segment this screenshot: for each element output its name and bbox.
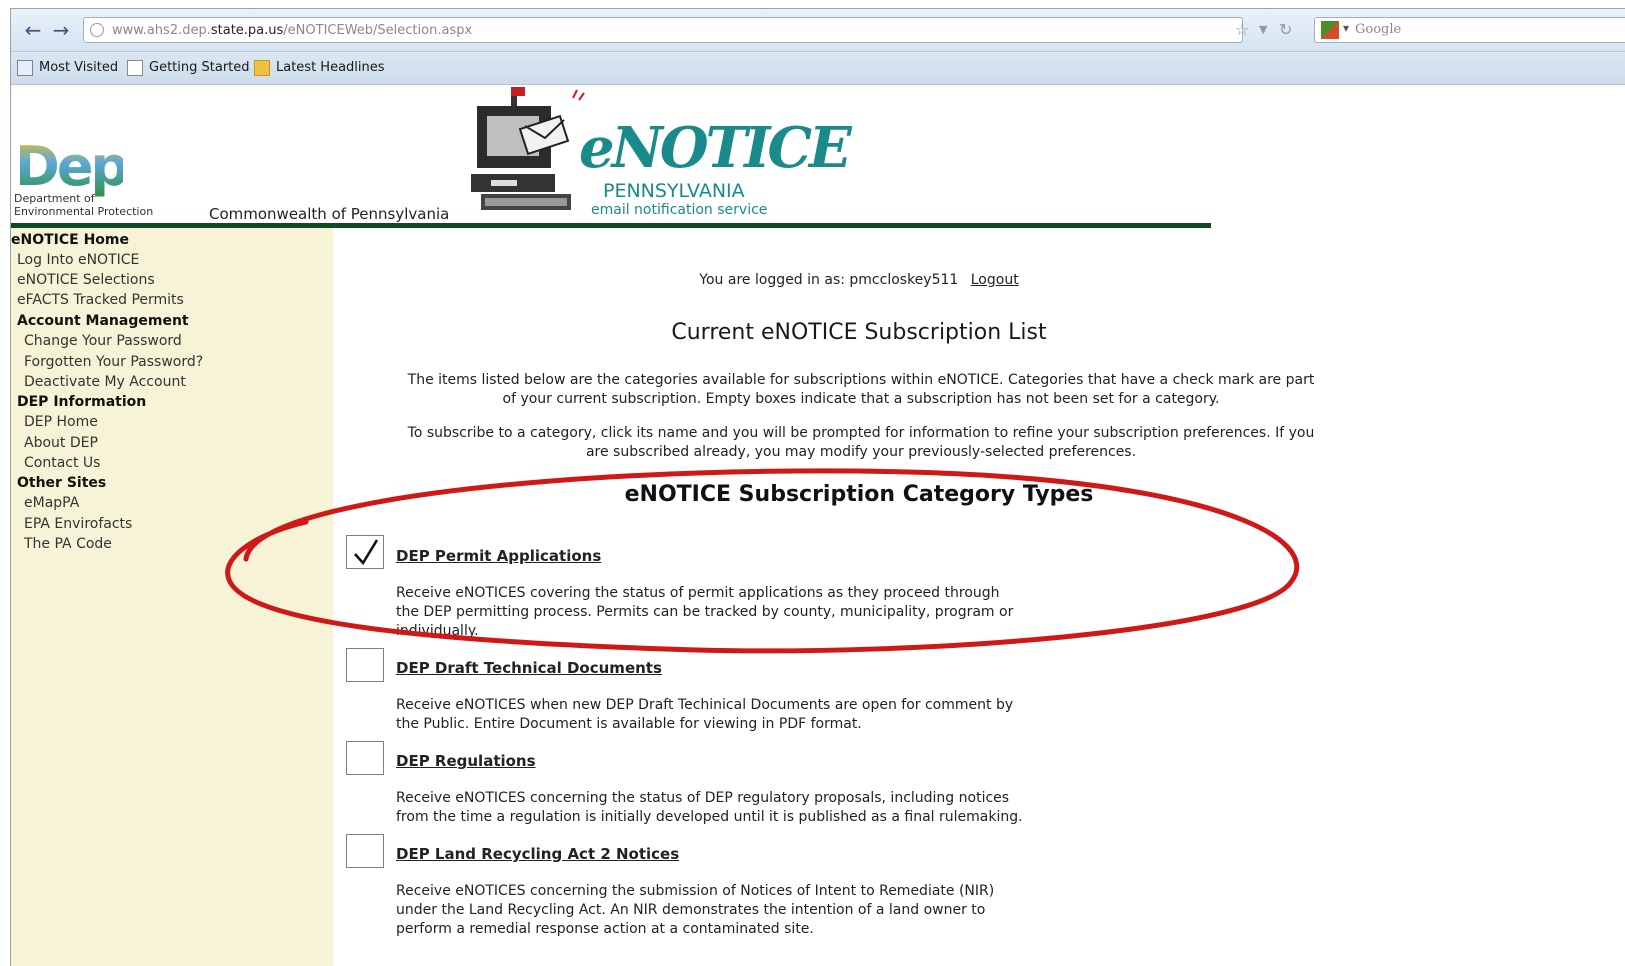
sidebar-heading-account: Account Management xyxy=(17,313,189,329)
search-placeholder: Google xyxy=(1355,22,1402,37)
checkmark-icon xyxy=(354,539,379,566)
dep-caption-line: Department of xyxy=(14,192,95,205)
intro-line: are subscribed already, you may modify y… xyxy=(585,444,1137,460)
description-line: individually. xyxy=(396,623,479,639)
url-actions: ☆ ▼ ↻ xyxy=(1233,17,1323,43)
intro-line: The items listed below are the categorie… xyxy=(407,372,1315,388)
search-engine-icon[interactable] xyxy=(1321,21,1339,39)
url-prefix: www.ahs2.dep. xyxy=(112,23,211,38)
sidebar-item-forgot-password[interactable]: Forgotten Your Password? xyxy=(24,353,203,371)
logged-in-text: You are logged in as: pmccloskey511 xyxy=(699,272,959,288)
svg-text:Dep: Dep xyxy=(15,137,123,197)
bookmark-getting-started[interactable]: Getting Started xyxy=(127,59,250,77)
dropdown-icon[interactable]: ▼ xyxy=(1259,17,1267,43)
sidebar-item-log-in[interactable]: Log Into eNOTICE xyxy=(17,251,139,269)
search-engine-dropdown-icon[interactable]: ▾ xyxy=(1343,21,1349,35)
logo-title: eNOTICE xyxy=(579,115,852,181)
category-link-land-recycling[interactable]: DEP Land Recycling Act 2 Notices xyxy=(396,845,679,863)
category-description: Receive eNOTICES covering the status of … xyxy=(396,584,1116,641)
dep-logo[interactable]: Dep xyxy=(13,137,123,197)
page-icon xyxy=(127,60,143,76)
intro-line: of your current subscription. Empty boxe… xyxy=(502,391,1220,407)
description-line: from the time a regulation is initially … xyxy=(396,809,1023,825)
browser-window: ← → www.ahs2.dep.state.pa.us/eNOTICEWeb/… xyxy=(10,8,1625,966)
description-line: the Public. Entire Document is available… xyxy=(396,716,862,732)
bookmark-most-visited[interactable]: Most Visited xyxy=(17,59,118,77)
sidebar-heading-dep-info: DEP Information xyxy=(17,394,147,410)
enotice-logo[interactable]: eNOTICE PENNSYLVANIA email notification … xyxy=(461,84,852,229)
dep-caption: Department of Environmental Protection xyxy=(14,192,153,218)
sidebar-item-contact-us[interactable]: Contact Us xyxy=(24,454,100,472)
description-line: Receive eNOTICES concerning the status o… xyxy=(396,790,1010,806)
bookmark-label: Latest Headlines xyxy=(276,60,385,75)
site-identity-icon[interactable] xyxy=(90,23,104,37)
category-checkbox-regulations[interactable] xyxy=(346,741,384,775)
login-status: You are logged in as: pmccloskey511 Logo… xyxy=(333,272,1385,288)
logo-tagline: email notification service xyxy=(591,202,768,218)
category-checkbox-draft-technical-documents[interactable] xyxy=(346,648,384,682)
description-line: Receive eNOTICES covering the status of … xyxy=(396,585,1000,601)
main-content: You are logged in as: pmccloskey511 Logo… xyxy=(333,228,1625,966)
category-checkbox-permit-applications[interactable] xyxy=(346,535,384,569)
dep-caption-line: Environmental Protection xyxy=(14,205,154,218)
category-description: Receive eNOTICES concerning the status o… xyxy=(396,789,1116,827)
reload-icon[interactable]: ↻ xyxy=(1279,17,1292,43)
description-line: the DEP permitting process. Permits can … xyxy=(396,604,1014,620)
logout-link[interactable]: Logout xyxy=(971,272,1019,288)
bookmark-label: Getting Started xyxy=(149,60,250,75)
sidebar-heading-other-sites: Other Sites xyxy=(17,475,107,491)
commonwealth-label: Commonwealth of Pennsylvania xyxy=(209,205,450,223)
category-section-title: eNOTICE Subscription Category Types xyxy=(624,482,1094,507)
description-line: under the Land Recycling Act. An NIR dem… xyxy=(396,902,986,918)
sidebar-item-enotice-home[interactable]: eNOTICE Home xyxy=(11,231,129,249)
category-description: Receive eNOTICES concerning the submissi… xyxy=(396,882,1116,939)
category-description: Receive eNOTICES when new DEP Draft Tech… xyxy=(396,696,1116,734)
navigation-toolbar: ← → www.ahs2.dep.state.pa.us/eNOTICEWeb/… xyxy=(11,9,1625,52)
sidebar-item-about-dep[interactable]: About DEP xyxy=(24,434,98,452)
sidebar-item-dep-home[interactable]: DEP Home xyxy=(24,413,98,431)
page-title: Current eNOTICE Subscription List xyxy=(671,320,1047,345)
sidebar-item-epa-envirofacts[interactable]: EPA Envirofacts xyxy=(24,515,132,533)
description-line: Receive eNOTICES concerning the submissi… xyxy=(396,883,995,899)
address-bar[interactable]: www.ahs2.dep.state.pa.us/eNOTICEWeb/Sele… xyxy=(83,17,1243,43)
sidebar-item-enotice-selections[interactable]: eNOTICE Selections xyxy=(17,271,155,289)
logo-state: PENNSYLVANIA xyxy=(603,180,745,202)
back-arrow-icon[interactable]: ← xyxy=(21,18,45,42)
sidebar-item-efacts-permits[interactable]: eFACTS Tracked Permits xyxy=(17,291,184,309)
bookmark-latest-headlines[interactable]: Latest Headlines xyxy=(254,59,385,77)
sidebar-item-deactivate[interactable]: Deactivate My Account xyxy=(24,373,186,391)
category-link-draft-technical-documents[interactable]: DEP Draft Technical Documents xyxy=(396,659,662,677)
intro-line: To subscribe to a category, click its na… xyxy=(407,425,1315,441)
search-input[interactable]: ▾ Google xyxy=(1314,17,1625,43)
sidebar-item-emappa[interactable]: eMapPA xyxy=(24,494,79,512)
forward-arrow-icon[interactable]: → xyxy=(49,18,73,42)
category-link-regulations[interactable]: DEP Regulations xyxy=(396,752,536,770)
sidebar-item-pa-code[interactable]: The PA Code xyxy=(24,535,112,553)
bookmarks-toolbar: Most Visited Getting Started Latest Head… xyxy=(11,52,1625,85)
sidebar-nav: eNOTICE Home Log Into eNOTICE eNOTICE Se… xyxy=(11,228,333,966)
bookmark-star-icon[interactable]: ☆ xyxy=(1235,17,1249,43)
rss-folder-icon xyxy=(254,60,270,76)
bookmark-label: Most Visited xyxy=(39,60,119,75)
url-path: /eNOTICEWeb/Selection.aspx xyxy=(283,23,473,38)
sidebar-item-change-password[interactable]: Change Your Password xyxy=(24,332,182,350)
most-visited-icon xyxy=(17,60,33,76)
category-checkbox-land-recycling[interactable] xyxy=(346,834,384,868)
description-line: Receive eNOTICES when new DEP Draft Tech… xyxy=(396,697,1014,713)
description-line: perform a remedial response action at a … xyxy=(396,921,814,937)
category-link-permit-applications[interactable]: DEP Permit Applications xyxy=(396,547,601,565)
intro-paragraph-2: To subscribe to a category, click its na… xyxy=(337,424,1385,462)
url-domain: state.pa.us xyxy=(210,23,284,38)
intro-paragraph-1: The items listed below are the categorie… xyxy=(337,371,1385,409)
